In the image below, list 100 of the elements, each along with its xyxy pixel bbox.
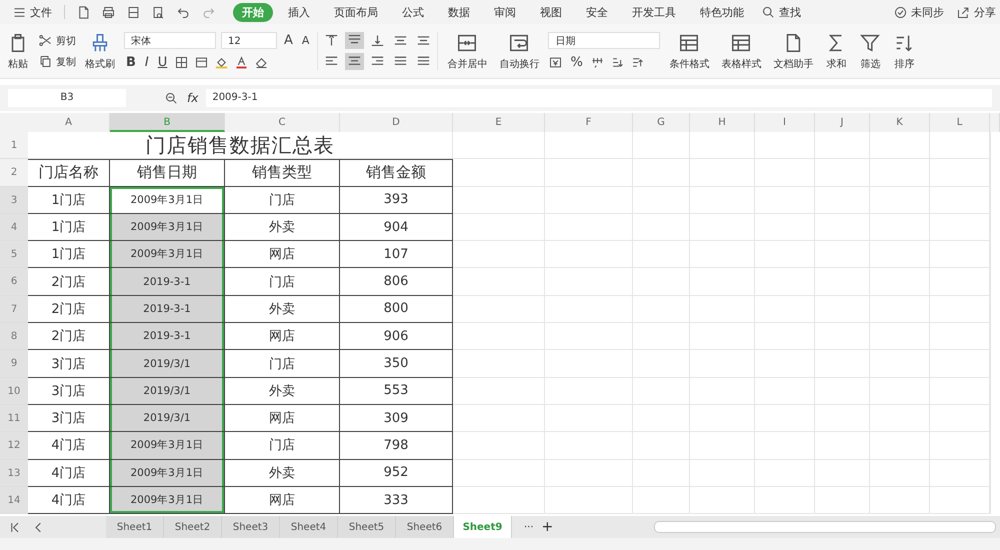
column-header[interactable]: C (225, 113, 340, 132)
paste-button[interactable]: 粘贴 (4, 32, 32, 70)
search-button[interactable]: 查找 (757, 4, 805, 20)
more-sheets-button[interactable]: ··· (520, 522, 538, 533)
table-cell: 806 (340, 268, 453, 296)
share-button[interactable]: 分享 (952, 4, 1000, 20)
number-format-select[interactable]: 日期 (548, 32, 660, 49)
table-cell: 门店 (225, 432, 340, 460)
empty-cell (870, 323, 930, 350)
borders-icon[interactable] (174, 55, 190, 70)
function-label[interactable]: fx (187, 91, 198, 105)
thousands-icon[interactable] (590, 55, 605, 70)
column-header[interactable]: E (453, 113, 545, 132)
ribbon-tab[interactable]: 公式 (393, 2, 433, 22)
column-header[interactable]: K (870, 113, 930, 132)
font-color-icon[interactable] (234, 55, 250, 70)
column-header[interactable]: J (815, 113, 870, 132)
conditional-format-button[interactable]: 条件格式 (666, 32, 712, 70)
ribbon-tab[interactable]: 页面布局 (325, 2, 387, 22)
empty-cell (690, 404, 755, 432)
ribbon-tab[interactable]: 视图 (531, 2, 571, 22)
add-sheet-button[interactable]: + (538, 519, 558, 536)
name-box[interactable]: B3 (8, 89, 126, 107)
empty-cell (930, 214, 990, 242)
empty-cell (690, 350, 755, 378)
column-header[interactable]: F (545, 113, 633, 132)
cut-button[interactable]: 剪切 (38, 33, 76, 48)
empty-cell (870, 268, 930, 296)
empty-cell (690, 132, 755, 160)
empty-cell (870, 432, 930, 460)
font-style-button[interactable]: B (124, 55, 138, 70)
table-cell: 798 (340, 432, 453, 460)
column-header[interactable]: D (340, 113, 453, 132)
empty-cell (815, 350, 870, 378)
table-style-button[interactable]: 表格样式 (718, 32, 764, 70)
font-style-button[interactable]: U (156, 55, 170, 70)
table-cell: 2009年3月1日 (110, 241, 225, 268)
preview-icon[interactable] (151, 4, 166, 20)
sheet-tab[interactable]: Sheet6 (396, 516, 454, 538)
wrap-button[interactable]: 自动换行 (496, 32, 542, 70)
ribbon-tab[interactable]: 特色功能 (691, 2, 753, 22)
font-select[interactable]: 宋体 (124, 32, 216, 49)
empty-cell (870, 350, 930, 378)
sheet-tab[interactable]: Sheet2 (164, 516, 222, 538)
save-icon[interactable] (126, 4, 141, 20)
ribbon-tab[interactable]: 插入 (279, 2, 319, 22)
empty-cell (690, 186, 755, 214)
empty-cell (755, 186, 815, 214)
empty-cell (815, 241, 870, 268)
table-cell: 553 (340, 378, 453, 405)
increase-font-button[interactable]: A (282, 33, 295, 48)
copy-icon (38, 54, 53, 69)
ribbon-tab[interactable]: 开发工具 (623, 2, 685, 22)
ribbon-tab[interactable]: 数据 (439, 2, 479, 22)
row-header[interactable]: 2 (0, 159, 28, 187)
sheet-tab[interactable]: Sheet5 (338, 516, 396, 538)
percent-button[interactable]: % (568, 55, 585, 70)
sheet-tab[interactable]: Sheet3 (222, 516, 280, 538)
empty-cell (930, 323, 990, 350)
empty-cell (755, 460, 815, 487)
decrease-font-button[interactable]: A (300, 34, 312, 47)
align-icon[interactable] (345, 32, 364, 49)
empty-cell (690, 323, 755, 350)
table-cell: 网店 (225, 241, 340, 268)
format-painter-button[interactable]: 格式刷 (82, 32, 118, 70)
share-icon (956, 4, 971, 20)
filter-button[interactable]: 筛选 (856, 32, 884, 70)
sheet-tab[interactable]: Sheet1 (106, 516, 164, 538)
empty-cell (870, 159, 930, 187)
table-cell: 外卖 (225, 296, 340, 324)
printer-icon[interactable] (101, 4, 116, 20)
sort-button[interactable]: 排序 (890, 32, 918, 70)
empty-cell (815, 486, 870, 514)
currency-icon[interactable] (548, 55, 564, 70)
sheet-tab[interactable]: Sheet4 (280, 516, 338, 538)
row-header[interactable]: 1 (0, 132, 28, 160)
empty-cell (690, 378, 755, 405)
formula-field[interactable]: 2009-3-1 (206, 89, 992, 107)
zoom-out-icon[interactable] (164, 90, 179, 106)
sheet-tab[interactable]: Sheet9 (454, 516, 512, 538)
column-header[interactable]: L (930, 113, 990, 132)
column-header[interactable]: G (633, 113, 690, 132)
doc-assistant-button[interactable]: 文档助手 (770, 32, 816, 70)
horizontal-scrollbar[interactable] (654, 521, 996, 534)
copy-button[interactable]: 复制 (38, 54, 76, 69)
sum-button[interactable]: 求和 (822, 32, 850, 70)
empty-cell (690, 486, 755, 514)
file-menu[interactable]: 文件 (8, 4, 56, 20)
empty-cell (633, 296, 690, 324)
align-icon[interactable] (345, 53, 364, 70)
cell-format-icon[interactable] (194, 55, 210, 70)
ribbon-tab[interactable]: 安全 (577, 2, 617, 22)
empty-cell (815, 132, 870, 160)
ribbon-tab[interactable]: 审阅 (485, 2, 525, 22)
column-header[interactable]: H (690, 113, 755, 132)
column-header[interactable]: I (755, 113, 815, 132)
font-size-select[interactable]: 12 (221, 32, 277, 49)
merge-button[interactable]: 合并居中 (444, 32, 490, 70)
sync-button[interactable]: 未同步 (889, 4, 948, 20)
font-style-button[interactable]: I (142, 55, 151, 70)
